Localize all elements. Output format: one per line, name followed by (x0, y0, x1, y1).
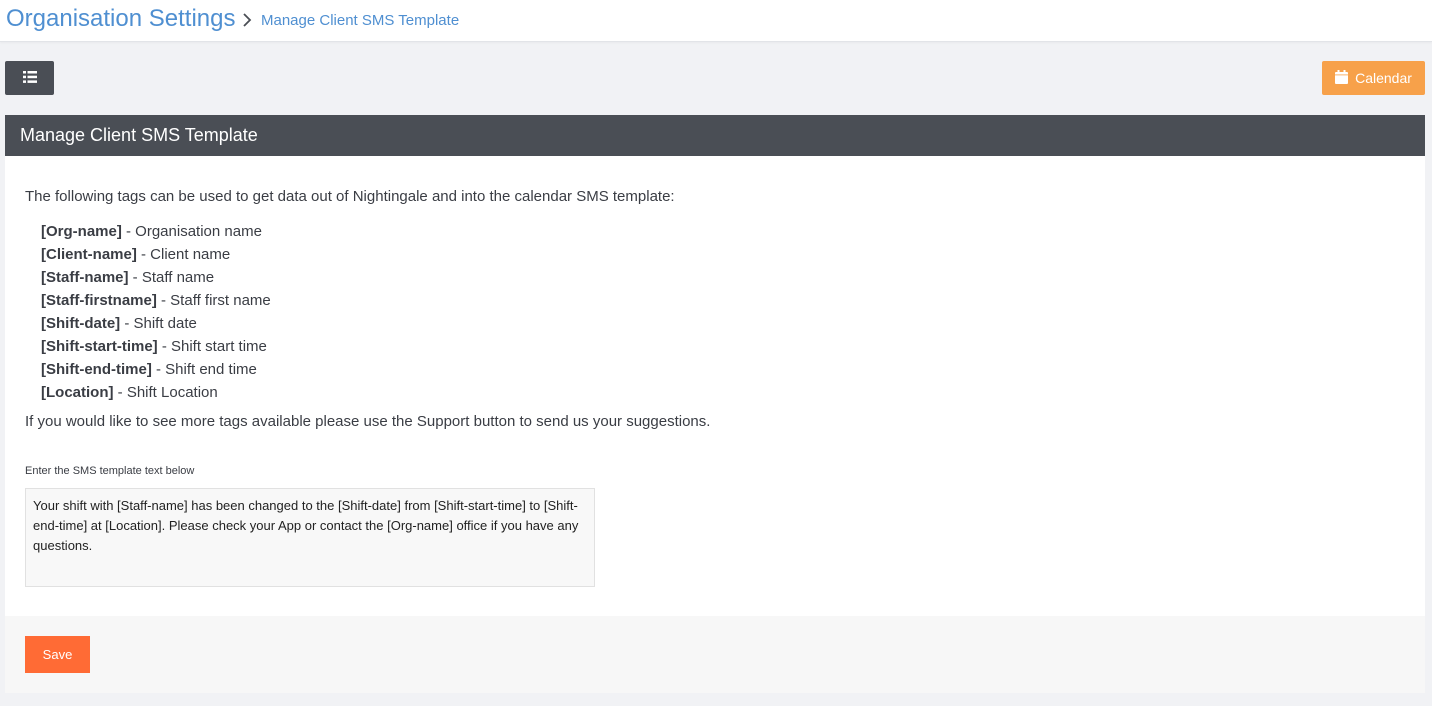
tag-description: - Shift date (120, 315, 197, 332)
page-title: Organisation Settings (6, 5, 236, 32)
panel-footer: Save (5, 616, 1425, 693)
save-button[interactable]: Save (25, 636, 90, 673)
tag-item: [Org-name] - Organisation name (41, 220, 271, 243)
tag-item: [Shift-start-time] - Shift start time (41, 335, 271, 358)
sms-template-panel: Manage Client SMS Template The following… (5, 115, 1425, 693)
tag-item: [Staff-firstname] - Staff first name (41, 289, 271, 312)
tag-name: [Shift-end-time] (41, 361, 152, 378)
menu-list-button[interactable] (5, 61, 54, 95)
tag-description: - Shift Location (113, 384, 218, 401)
tag-description: - Client name (136, 246, 231, 263)
breadcrumb-current[interactable]: Manage Client SMS Template (261, 12, 459, 29)
intro-text: The following tags can be used to get da… (25, 188, 675, 205)
tag-name: [Staff-firstname] (41, 292, 157, 309)
tag-name: [Org-name] (41, 223, 122, 240)
tag-list: [Org-name] - Organisation name [Client-n… (41, 220, 271, 404)
tag-item: [Staff-name] - Staff name (41, 266, 271, 289)
tag-item: [Location] - Shift Location (41, 381, 271, 404)
calendar-icon (1335, 69, 1349, 87)
list-icon (22, 70, 37, 86)
tag-item: [Shift-end-time] - Shift end time (41, 358, 271, 381)
tag-description: - Staff first name (156, 292, 271, 309)
top-bar: Organisation Settings Manage Client SMS … (0, 0, 1432, 42)
calendar-button-label: Calendar (1355, 70, 1412, 86)
suggestions-text: If you would like to see more tags avail… (25, 413, 711, 430)
tag-description: - Shift start time (157, 338, 267, 355)
template-field-label: Enter the SMS template text below (25, 465, 195, 477)
chevron-right-icon (240, 11, 254, 29)
tag-name: [Staff-name] (41, 269, 129, 286)
panel-header: Manage Client SMS Template (5, 115, 1425, 156)
panel-title: Manage Client SMS Template (20, 125, 258, 145)
tag-description: - Staff name (128, 269, 215, 286)
tag-name: [Shift-date] (41, 315, 121, 332)
tag-name: [Client-name] (41, 246, 137, 263)
tag-description: - Shift end time (151, 361, 257, 378)
tag-name: [Shift-start-time] (41, 338, 158, 355)
tag-item: [Client-name] - Client name (41, 243, 271, 266)
calendar-button[interactable]: Calendar (1322, 61, 1425, 95)
tag-name: [Location] (41, 384, 114, 401)
sms-template-textarea[interactable]: Your shift with [Staff-name] has been ch… (25, 488, 595, 587)
tag-item: [Shift-date] - Shift date (41, 312, 271, 335)
tag-description: - Organisation name (121, 223, 262, 240)
